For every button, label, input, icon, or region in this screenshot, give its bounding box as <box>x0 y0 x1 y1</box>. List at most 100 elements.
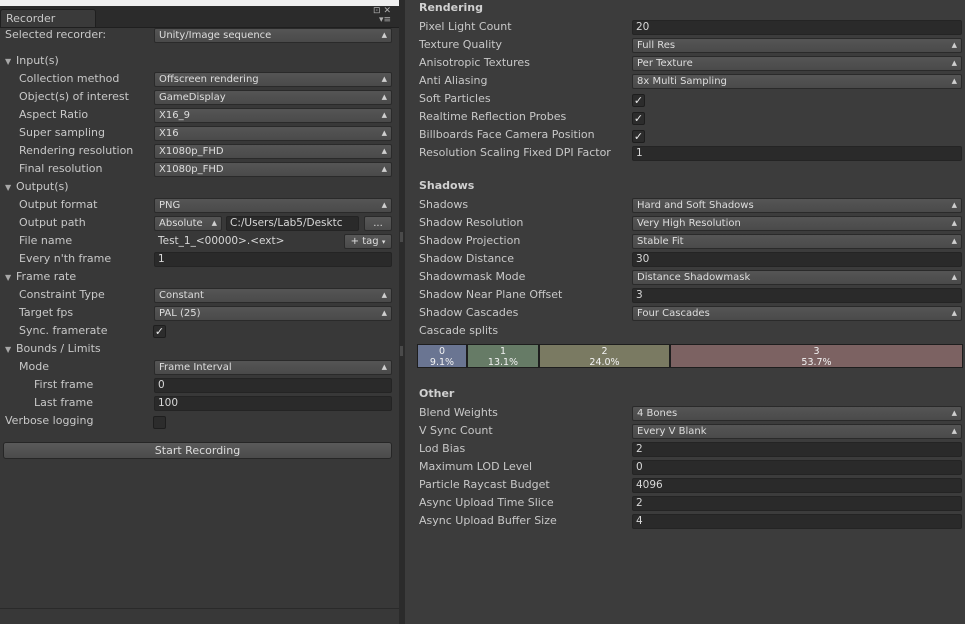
chevron-updown-icon: ▲▼ <box>381 129 387 137</box>
final-resolution-dropdown[interactable]: X1080p_FHD ▲▼ <box>154 162 392 177</box>
other-section-header: Other <box>419 387 455 400</box>
output-path-mode-value: Absolute <box>159 218 203 229</box>
particle-raycast-budget-input[interactable]: 4096 <box>632 478 962 493</box>
maximum-lod-level-label: Maximum LOD Level <box>419 460 533 473</box>
tag-button[interactable]: + tag ▾ <box>344 234 392 249</box>
aspect-ratio-value: X16_9 <box>159 110 190 121</box>
verbose-logging-checkbox[interactable] <box>153 416 166 429</box>
texture-quality-label: Texture Quality <box>419 38 503 51</box>
checkmark-icon: ✓ <box>633 112 644 125</box>
shadows-section-header: Shadows <box>419 179 475 192</box>
target-fps-dropdown[interactable]: PAL (25) ▲▼ <box>154 306 392 321</box>
realtime-reflection-probes-checkbox[interactable]: ✓ <box>632 112 645 125</box>
final-resolution-label: Final resolution <box>19 162 103 175</box>
frame-rate-foldout[interactable]: ▼ Frame rate <box>5 270 76 283</box>
output-format-label: Output format <box>19 198 98 211</box>
menu-icon[interactable]: ▾≡ <box>379 15 391 25</box>
chevron-updown-icon: ▲▼ <box>381 201 387 209</box>
chevron-updown-icon: ▲▼ <box>951 237 957 245</box>
chevron-updown-icon: ▲▼ <box>381 165 387 173</box>
rendering-resolution-dropdown[interactable]: X1080p_FHD ▲▼ <box>154 144 392 159</box>
cascade-split-2[interactable]: 2 24.0% <box>539 344 670 368</box>
aspect-ratio-label: Aspect Ratio <box>19 108 89 121</box>
browse-button[interactable]: ... <box>364 216 392 231</box>
shadow-projection-dropdown[interactable]: Stable Fit ▲▼ <box>632 234 962 249</box>
shadow-resolution-dropdown[interactable]: Very High Resolution ▲▼ <box>632 216 962 231</box>
anisotropic-textures-label: Anisotropic Textures <box>419 56 530 69</box>
tag-button-label: + tag <box>350 236 379 247</box>
shadowmask-mode-dropdown[interactable]: Distance Shadowmask ▲▼ <box>632 270 962 285</box>
resolution-scaling-dpi-input[interactable]: 1 <box>632 146 962 161</box>
bounds-foldout[interactable]: ▼ Bounds / Limits <box>5 342 101 355</box>
selected-recorder-dropdown[interactable]: Unity/Image sequence ▲▼ <box>154 28 392 43</box>
output-path-input[interactable]: C:/Users/Lab5/Desktc <box>226 216 359 231</box>
v-sync-count-dropdown[interactable]: Every V Blank ▲▼ <box>632 424 962 439</box>
super-sampling-dropdown[interactable]: X16 ▲▼ <box>154 126 392 141</box>
foldout-arrow-icon: ▼ <box>5 57 12 66</box>
shadows-dropdown[interactable]: Hard and Soft Shadows ▲▼ <box>632 198 962 213</box>
sync-framerate-checkbox[interactable]: ✓ <box>153 325 166 338</box>
bottom-divider <box>0 608 399 609</box>
inputs-header: Input(s) <box>16 54 59 67</box>
billboards-face-camera-checkbox[interactable]: ✓ <box>632 130 645 143</box>
bounds-header: Bounds / Limits <box>16 342 101 355</box>
shadow-cascades-dropdown[interactable]: Four Cascades ▲▼ <box>632 306 962 321</box>
tab-recorder[interactable]: Recorder <box>0 9 96 28</box>
pixel-light-count-input[interactable]: 20 <box>632 20 962 35</box>
cascade-split-3[interactable]: 3 53.7% <box>670 344 963 368</box>
v-sync-count-value: Every V Blank <box>637 426 707 437</box>
file-name-input[interactable]: Test_1_<00000>.<ext> <box>154 234 338 249</box>
chevron-updown-icon: ▲▼ <box>951 219 957 227</box>
first-frame-input[interactable]: 0 <box>154 378 392 393</box>
output-format-dropdown[interactable]: PNG ▲▼ <box>154 198 392 213</box>
anisotropic-textures-dropdown[interactable]: Per Texture ▲▼ <box>632 56 962 71</box>
objects-of-interest-label: Object(s) of interest <box>19 90 129 103</box>
super-sampling-label: Super sampling <box>19 126 105 139</box>
rendering-resolution-value: X1080p_FHD <box>159 146 224 157</box>
cascade-percent: 13.1% <box>487 357 519 368</box>
objects-of-interest-dropdown[interactable]: GameDisplay ▲▼ <box>154 90 392 105</box>
async-upload-buffer-size-input[interactable]: 4 <box>632 514 962 529</box>
outputs-foldout[interactable]: ▼ Output(s) <box>5 180 69 193</box>
blend-weights-value: 4 Bones <box>637 408 678 419</box>
every-nth-frame-input[interactable]: 1 <box>154 252 392 267</box>
blend-weights-dropdown[interactable]: 4 Bones ▲▼ <box>632 406 962 421</box>
cascade-split-0[interactable]: 0 9.1% <box>417 344 467 368</box>
bounds-mode-dropdown[interactable]: Frame Interval ▲▼ <box>154 360 392 375</box>
shadow-near-plane-offset-input[interactable]: 3 <box>632 288 962 303</box>
collection-method-value: Offscreen rendering <box>159 74 259 85</box>
foldout-arrow-icon: ▼ <box>5 183 12 192</box>
last-frame-input[interactable]: 100 <box>154 396 392 411</box>
tab-recorder-label: Recorder <box>6 12 56 25</box>
chevron-updown-icon: ▲▼ <box>951 59 957 67</box>
inputs-foldout[interactable]: ▼ Input(s) <box>5 54 59 67</box>
cascade-split-1[interactable]: 1 13.1% <box>467 344 539 368</box>
async-upload-time-slice-input[interactable]: 2 <box>632 496 962 511</box>
start-recording-button[interactable]: Start Recording <box>3 442 392 459</box>
texture-quality-value: Full Res <box>637 40 676 51</box>
cascade-percent: 24.0% <box>589 357 620 368</box>
first-frame-label: First frame <box>34 378 94 391</box>
chevron-updown-icon: ▲▼ <box>381 309 387 317</box>
sync-framerate-label: Sync. framerate <box>19 324 108 337</box>
lod-bias-input[interactable]: 2 <box>632 442 962 457</box>
chevron-updown-icon: ▲▼ <box>381 31 387 39</box>
every-nth-frame-label: Every n'th frame <box>19 252 112 265</box>
texture-quality-dropdown[interactable]: Full Res ▲▼ <box>632 38 962 53</box>
chevron-updown-icon: ▲▼ <box>211 219 217 227</box>
soft-particles-checkbox[interactable]: ✓ <box>632 94 645 107</box>
output-path-mode-dropdown[interactable]: Absolute ▲▼ <box>154 216 222 231</box>
cascade-index: 2 <box>601 346 608 357</box>
shadow-distance-input[interactable]: 30 <box>632 252 962 267</box>
collection-method-dropdown[interactable]: Offscreen rendering ▲▼ <box>154 72 392 87</box>
constraint-type-dropdown[interactable]: Constant ▲▼ <box>154 288 392 303</box>
maximum-lod-level-input[interactable]: 0 <box>632 460 962 475</box>
splitter-grip <box>400 232 403 242</box>
target-fps-label: Target fps <box>19 306 74 319</box>
aspect-ratio-dropdown[interactable]: X16_9 ▲▼ <box>154 108 392 123</box>
shadowmask-mode-label: Shadowmask Mode <box>419 270 526 283</box>
foldout-arrow-icon: ▼ <box>5 273 12 282</box>
super-sampling-value: X16 <box>159 128 179 139</box>
tab-icons: ⊡ ✕ ▾≡ <box>373 7 391 25</box>
anti-aliasing-dropdown[interactable]: 8x Multi Sampling ▲▼ <box>632 74 962 89</box>
